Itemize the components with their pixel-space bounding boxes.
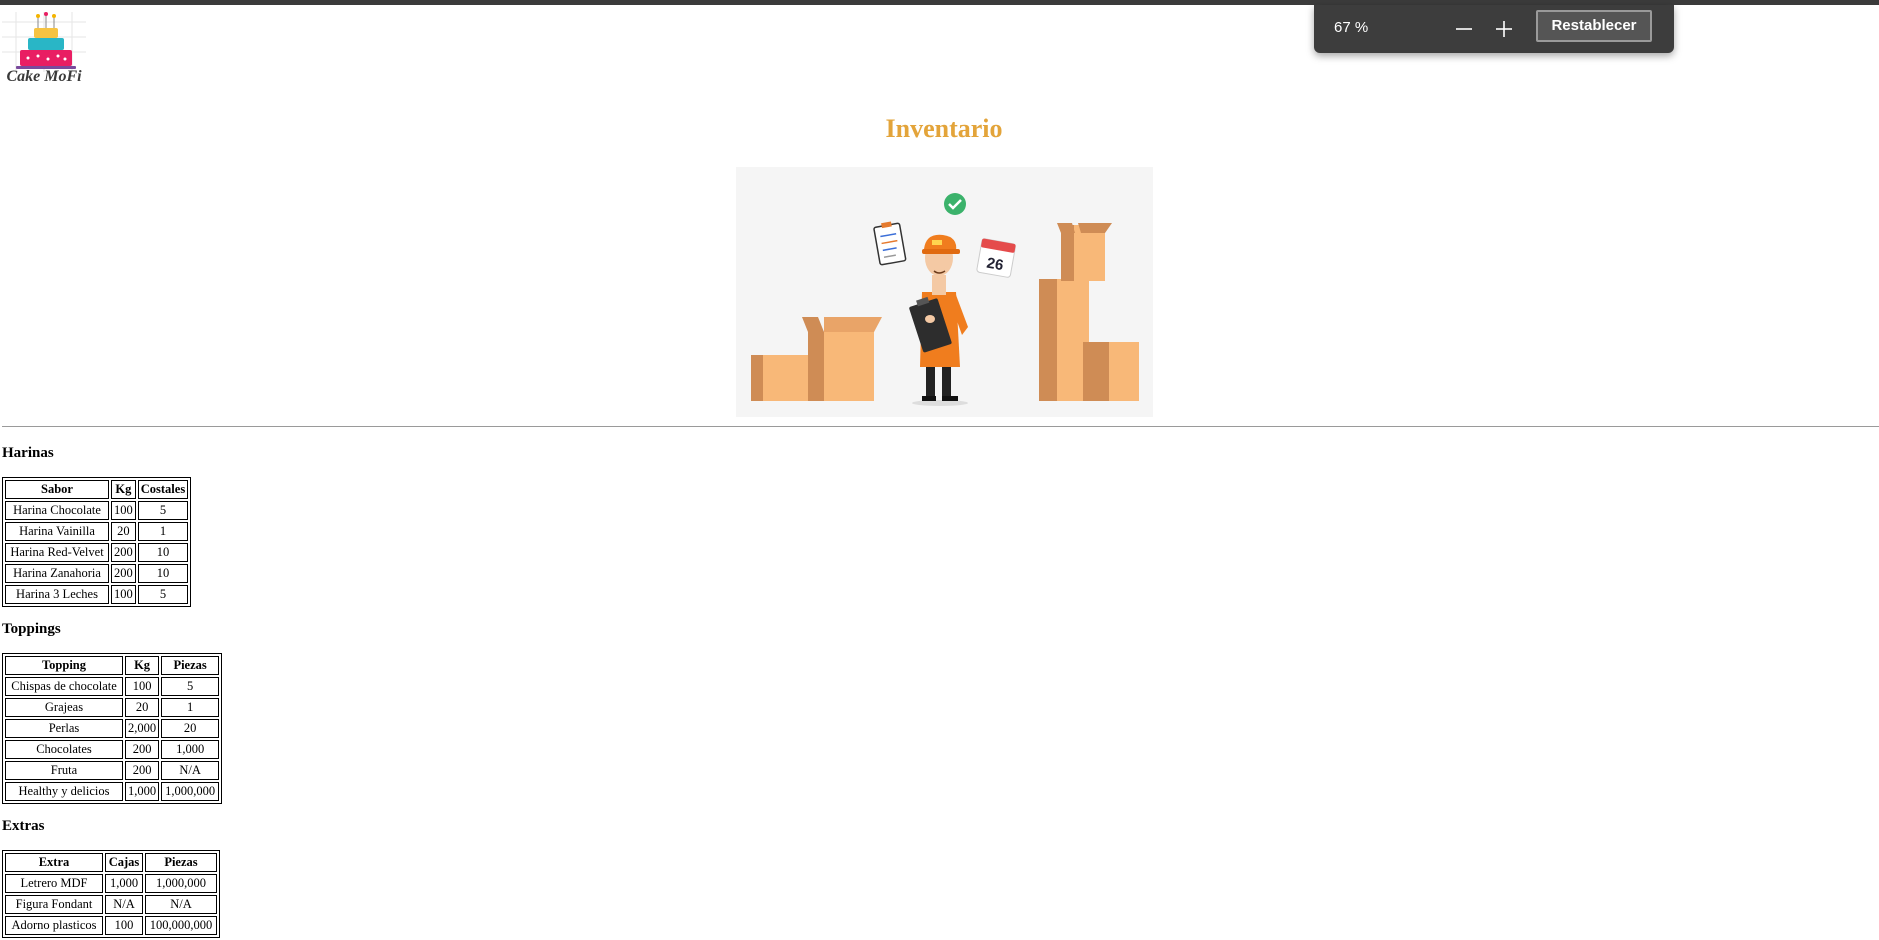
table-cell: 200 — [111, 543, 136, 562]
table-cell: N/A — [145, 895, 217, 914]
table-row: Harina 3 Leches 100 5 — [5, 585, 189, 604]
table-cell: Adorno plasticos — [5, 916, 103, 935]
table-cell: 200 — [111, 564, 136, 583]
table-row: Harina Red-Velvet 200 10 — [5, 543, 189, 562]
table-row: Chispas de chocolate 100 5 — [5, 677, 220, 696]
table-cell: 5 — [137, 501, 189, 520]
table-cell: Harina Red-Velvet — [5, 543, 109, 562]
table-row: Figura Fondant N/A N/A — [5, 895, 217, 914]
page-title: Inventario — [885, 114, 1003, 143]
warehouse-inventory-illustration: 26 — [736, 167, 1153, 417]
table-cell: 1 — [161, 698, 220, 717]
column-header: Topping — [5, 656, 123, 675]
table-header-row: Topping Kg Piezas — [5, 656, 220, 675]
table-cell: N/A — [161, 761, 220, 780]
zoom-popup: 67 % Restablecer — [1314, 5, 1674, 53]
table-row: Chocolates 200 1,000 — [5, 740, 220, 759]
minus-icon — [1456, 28, 1472, 30]
table-cell: Perlas — [5, 719, 123, 738]
horizontal-divider — [2, 426, 1879, 427]
table-cell: 100 — [125, 677, 160, 696]
table-cell: Chocolates — [5, 740, 123, 759]
column-header: Cajas — [105, 853, 143, 872]
table-cell: 5 — [137, 585, 189, 604]
table-cell: 100 — [111, 585, 136, 604]
table-cell: 1,000,000 — [145, 874, 217, 893]
table-cell: 10 — [137, 564, 189, 583]
table-row: Harina Vainilla 20 1 — [5, 522, 189, 541]
cake-logo-icon — [2, 12, 86, 72]
table-row: Adorno plasticos 100 100,000,000 — [5, 916, 217, 935]
table-cell: 1 — [137, 522, 189, 541]
table-row: Harina Chocolate 100 5 — [5, 501, 189, 520]
table-cell: Harina Vainilla — [5, 522, 109, 541]
table-row: Healthy y delicios 1,000 1,000,000 — [5, 782, 220, 801]
table-row: Grajeas 20 1 — [5, 698, 220, 717]
table-cell: 1,000 — [105, 874, 143, 893]
table-cell: Figura Fondant — [5, 895, 103, 914]
table-header-row: Sabor Kg Costales — [5, 480, 189, 499]
table-row: Fruta 200 N/A — [5, 761, 220, 780]
table-cell: Harina 3 Leches — [5, 585, 109, 604]
extras-table: Extra Cajas Piezas Letrero MDF 1,000 1,000… — [2, 850, 220, 938]
calendar-day: 26 — [985, 255, 1004, 275]
column-header: Costales — [137, 480, 189, 499]
table-cell: 20 — [161, 719, 220, 738]
table-header-row: Extra Cajas Piezas — [5, 853, 217, 872]
toppings-table: Topping Kg Piezas Chispas de chocolate 10… — [2, 653, 223, 804]
table-cell: 1,000,000 — [161, 782, 220, 801]
table-cell: 5 — [161, 677, 220, 696]
table-cell: Harina Chocolate — [5, 501, 109, 520]
table-cell: 1,000 — [161, 740, 220, 759]
column-header: Piezas — [145, 853, 217, 872]
table-cell: 100 — [111, 501, 136, 520]
table-cell: 20 — [111, 522, 136, 541]
column-header: Sabor — [5, 480, 109, 499]
table-cell: 200 — [125, 761, 160, 780]
table-cell: N/A — [105, 895, 143, 914]
column-header: Kg — [125, 656, 160, 675]
logo-text: Cake MoFi — [6, 68, 82, 85]
table-cell: Healthy y delicios — [5, 782, 123, 801]
section-title-harinas: Harinas — [2, 445, 54, 461]
section-title-toppings: Toppings — [2, 621, 61, 637]
cake-mofi-logo: Cake MoFi — [2, 12, 86, 90]
table-cell: 100 — [105, 916, 143, 935]
table-row: Harina Zanahoria 200 10 — [5, 564, 189, 583]
table-cell: 100,000,000 — [145, 916, 217, 935]
harinas-table: Sabor Kg Costales Harina Chocolate 100 5 H… — [2, 477, 192, 607]
table-row: Perlas 2,000 20 — [5, 719, 220, 738]
table-cell: Fruta — [5, 761, 123, 780]
table-cell: 20 — [125, 698, 160, 717]
reset-zoom-button[interactable]: Restablecer — [1536, 10, 1652, 42]
table-cell: 1,000 — [125, 782, 160, 801]
plus-icon — [1496, 21, 1512, 37]
table-cell: Letrero MDF — [5, 874, 103, 893]
table-row: Letrero MDF 1,000 1,000,000 — [5, 874, 217, 893]
zoom-level: 67 % — [1334, 19, 1369, 36]
table-cell: 200 — [125, 740, 160, 759]
section-title-extras: Extras — [2, 818, 45, 834]
table-cell: 2,000 — [125, 719, 160, 738]
table-cell: 10 — [137, 543, 189, 562]
column-header: Kg — [111, 480, 136, 499]
zoom-in-button[interactable] — [1490, 15, 1518, 43]
column-header: Extra — [5, 853, 103, 872]
zoom-out-button[interactable] — [1450, 15, 1478, 43]
table-cell: Chispas de chocolate — [5, 677, 123, 696]
column-header: Piezas — [161, 656, 220, 675]
table-cell: Harina Zanahoria — [5, 564, 109, 583]
table-cell: Grajeas — [5, 698, 123, 717]
